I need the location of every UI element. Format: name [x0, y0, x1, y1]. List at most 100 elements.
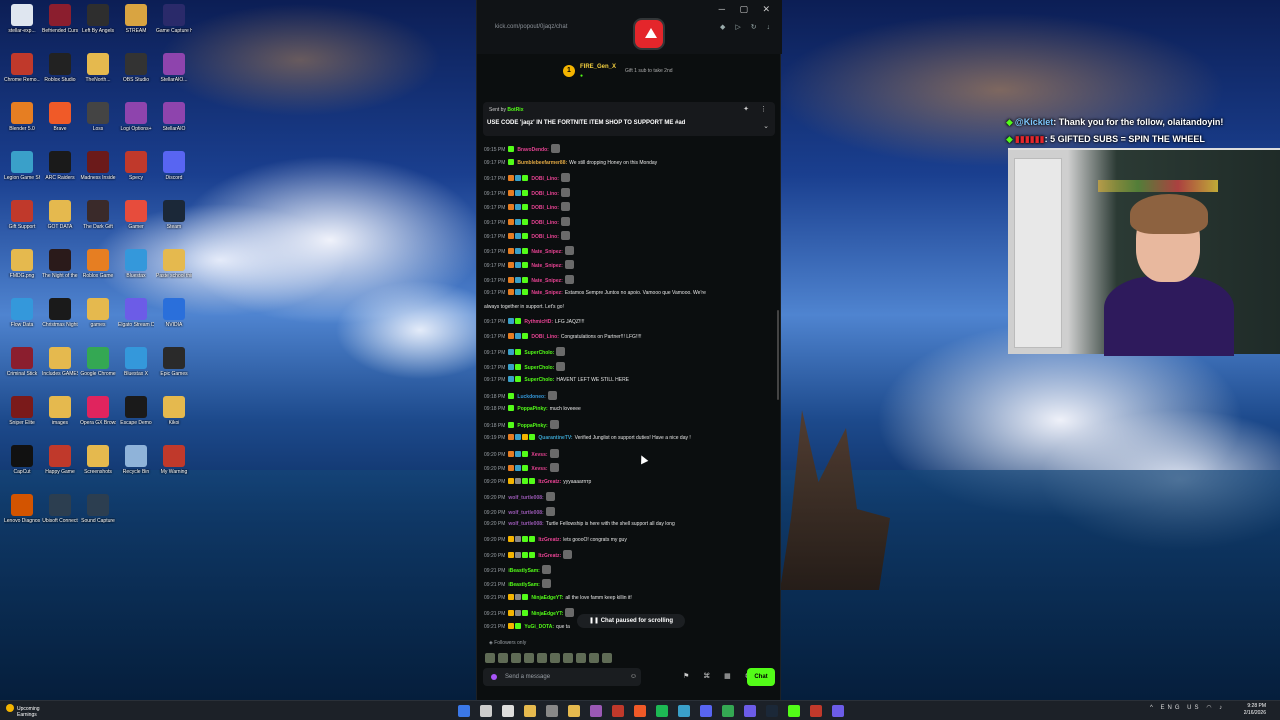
desktop-icon[interactable]: Opera GX Browser	[80, 396, 116, 442]
desktop-icon[interactable]: StellarAIO	[156, 102, 192, 148]
message-username[interactable]: DOBI_Lino:	[531, 220, 559, 226]
desktop-icon[interactable]: ARC Raiders	[42, 151, 78, 197]
chat-message[interactable]: 09:20 PM wolf_turtle008:	[484, 506, 774, 517]
chat-message[interactable]: 09:19 PM QuarantineTV: Verified Junglist o…	[484, 434, 774, 443]
message-username[interactable]: NinjaEdgeYT:	[531, 595, 563, 601]
sent-by-user[interactable]: BotRix	[507, 107, 523, 113]
desktop-icon[interactable]: Logi Options+	[118, 102, 154, 148]
desktop-icon[interactable]: Gift Support	[4, 200, 40, 246]
message-username[interactable]: ItzGreatz:	[538, 479, 561, 485]
chat-message[interactable]: 09:18 PM Luckdoneo:	[484, 390, 774, 402]
taskbar-app-icon[interactable]	[832, 705, 844, 717]
message-username[interactable]: Luckdoneo:	[517, 394, 545, 400]
address-bar[interactable]: kick.com/popout/0jaqz/chat	[495, 24, 567, 30]
desktop-icon[interactable]: The Dark Gift	[80, 200, 116, 246]
taskbar-app-icon[interactable]	[480, 705, 492, 717]
gifter-name[interactable]: FIRE_Gen_X	[580, 64, 616, 70]
message-username[interactable]: BravoDendo:	[517, 147, 548, 153]
chat-message[interactable]: 09:20 PM ItzGreatz: lets goooO! congrats m…	[484, 535, 774, 545]
desktop-icon[interactable]: Christmas Night	[42, 298, 78, 344]
message-username[interactable]: SuperCholo:	[524, 377, 554, 383]
desktop-icon[interactable]: NVIDIA	[156, 298, 192, 344]
chat-message[interactable]: always together in support. Let's go!	[484, 304, 774, 311]
taskbar-app-icon[interactable]	[766, 705, 778, 717]
desktop-icon[interactable]: Sound Capture	[80, 494, 116, 540]
chat-message[interactable]: 09:20 PM ItzGreatz: yyyaaaarrrrp	[484, 477, 774, 487]
message-username[interactable]: DOBI_Lino:	[531, 334, 559, 340]
desktop-icon[interactable]: Game Capture HD	[156, 4, 192, 50]
desktop-icon[interactable]: Befriended Curse	[42, 4, 78, 50]
desktop-icon[interactable]: Bluestax X	[118, 347, 154, 393]
chat-message[interactable]: 09:17 PM RythmicHD: LFG JAQZ!!!!	[484, 318, 774, 327]
quick-emote-bar[interactable]	[485, 650, 615, 663]
chat-message[interactable]: 09:17 PM SuperCholo: HAVENT LEFT WE STILL …	[484, 376, 774, 385]
window-controls[interactable]: ─ ▢ ✕	[719, 4, 776, 15]
chevron-up-icon[interactable]: ^	[1150, 705, 1156, 711]
language-indicator[interactable]: ENG US	[1161, 705, 1202, 711]
desktop-icon[interactable]: Kikoi	[156, 396, 192, 442]
taskbar-app-icon[interactable]	[722, 705, 734, 717]
message-username[interactable]: wolf_turtle008:	[508, 521, 543, 527]
message-username[interactable]: iBeastlySam:	[508, 568, 539, 574]
desktop-icon[interactable]: Google Chrome	[80, 347, 116, 393]
message-username[interactable]: ItzGreatz:	[538, 537, 561, 543]
desktop-icon[interactable]: TheNorth...	[80, 53, 116, 99]
taskbar-app-icon[interactable]	[612, 705, 624, 717]
chat-message[interactable]: 09:21 PM iBeastlySam:	[484, 579, 774, 589]
chat-message[interactable]: 09:17 PM Nate_Snipez:	[484, 260, 774, 271]
taskbar-app-icon[interactable]	[458, 705, 470, 717]
chat-scrollbar[interactable]	[777, 310, 779, 400]
message-username[interactable]: DOBI_Lino:	[531, 205, 559, 211]
message-username[interactable]: YuGi_DOTA:	[524, 624, 554, 630]
desktop-icon[interactable]: Left By Angels	[80, 4, 116, 50]
desktop-icon[interactable]: Epic Games	[156, 347, 192, 393]
taskbar-app-icon[interactable]	[524, 705, 536, 717]
chat-message[interactable]: 09:20 PM Xevss:	[484, 448, 774, 460]
message-username[interactable]: Xevss:	[531, 466, 547, 472]
message-username[interactable]: Xevss:	[531, 452, 547, 458]
emote-icon[interactable]	[602, 653, 612, 663]
taskbar-app-icon[interactable]	[656, 705, 668, 717]
chat-message[interactable]: 09:15 PM BravoDendo:	[484, 144, 774, 155]
message-username[interactable]: PoppaPinky:	[517, 406, 547, 412]
emote-icon[interactable]	[576, 653, 586, 663]
emote-icon[interactable]	[524, 653, 534, 663]
desktop-icon[interactable]: Happy Game	[42, 445, 78, 491]
chat-message[interactable]: 09:17 PM DOBI_Lino:	[484, 187, 774, 199]
message-username[interactable]: wolf_turtle008:	[508, 495, 543, 501]
chat-message[interactable]: 09:17 PM Nate_Snipez:	[484, 274, 774, 286]
taskbar-app-icon[interactable]	[568, 705, 580, 717]
desktop-icon[interactable]: Paste school things	[156, 249, 192, 295]
desktop-icon[interactable]: Gamer	[118, 200, 154, 246]
desktop-icon[interactable]: FMDG.png	[4, 249, 40, 295]
message-username[interactable]: DOBI_Lino:	[531, 176, 559, 182]
more-options-icon[interactable]: ⋮	[760, 105, 767, 113]
chat-message[interactable]: 09:17 PM SuperCholo:	[484, 347, 774, 358]
taskbar-app-icon[interactable]	[788, 705, 800, 717]
message-username[interactable]: Bumblebeefarmer88:	[517, 160, 567, 166]
chat-message[interactable]: 09:17 PM SuperCholo:	[484, 361, 774, 373]
taskbar-app-icon[interactable]	[678, 705, 690, 717]
chat-message[interactable]: 09:18 PM PoppaPinky: much loveeee	[484, 405, 774, 414]
message-username[interactable]: RythmicHD:	[524, 319, 553, 325]
message-username[interactable]: DOBI_Lino:	[531, 234, 559, 240]
taskbar-app-icon[interactable]	[546, 705, 558, 717]
system-tray[interactable]: ^ ENG US ◠ ♪	[1150, 704, 1225, 711]
chat-message[interactable]: 09:17 PM DOBI_Lino:	[484, 173, 774, 184]
taskbar-app-icon[interactable]	[744, 705, 756, 717]
desktop-icon[interactable]: Steam	[156, 200, 192, 246]
chat-message-input[interactable]: Send a message ☺	[483, 668, 641, 686]
taskbar-app-icon[interactable]	[590, 705, 602, 717]
taskbar-app-icon[interactable]	[810, 705, 822, 717]
chat-message[interactable]: 09:17 PM Bumblebeefarmer88: We still dropp…	[484, 158, 774, 168]
emote-icon[interactable]	[563, 653, 573, 663]
message-username[interactable]: iBeastlySam:	[508, 582, 539, 588]
browser-toolbar-icons[interactable]: ◆ ▷ ↻ ↓	[720, 23, 774, 31]
message-username[interactable]: NinjaEdgeYT:	[531, 611, 563, 617]
message-username[interactable]: wolf_turtle008:	[508, 510, 543, 516]
desktop-icon[interactable]: Legion Game Shop	[4, 151, 40, 197]
desktop-icon[interactable]: Includes GAMES	[42, 347, 78, 393]
chat-message[interactable]: 09:18 PM PoppaPinky:	[484, 419, 774, 431]
chat-message[interactable]: 09:17 PM DOBI_Lino:	[484, 202, 774, 213]
pin-icon[interactable]: ✦	[743, 105, 749, 113]
